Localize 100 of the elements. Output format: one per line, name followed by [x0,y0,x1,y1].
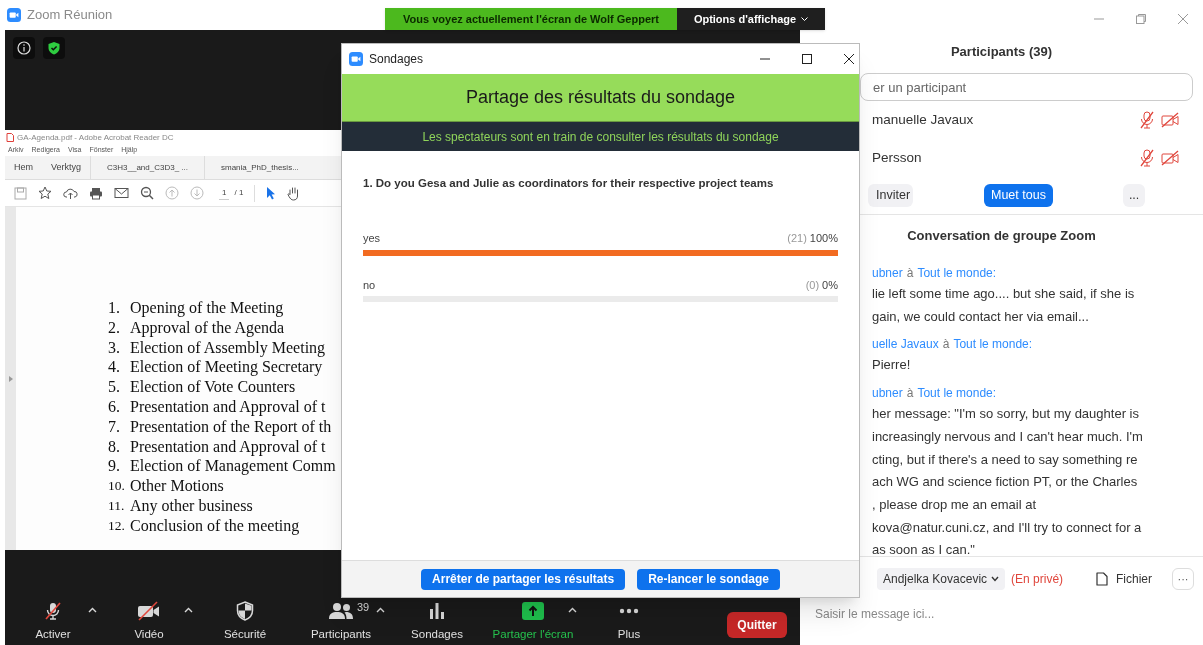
pointer-icon[interactable] [266,186,277,200]
toolbar-button[interactable]: Plus [581,597,677,643]
printer-icon[interactable] [89,186,103,200]
list-number: 7. [108,416,121,437]
mute-all-button[interactable]: Muet tous [984,184,1053,207]
participant-count: 39 [357,600,370,615]
toolbar-label[interactable]: Sondages [411,625,463,643]
cloud-upload-icon[interactable] [63,186,78,200]
caret-up-icon[interactable] [376,607,385,613]
search-field[interactable]: er un participant [860,73,1193,101]
list-number: 3. [108,337,121,358]
shield-icon [236,600,254,621]
caret-up-icon[interactable] [88,607,97,613]
toolbar-label[interactable]: Sécurité [223,625,267,643]
agenda-item: Other Motions [130,476,224,496]
chevron-down-icon [991,576,1000,582]
document-tab[interactable]: smania_PhD_thesis... [204,156,315,179]
caret-up-icon[interactable] [184,607,193,613]
document-tab[interactable]: Verktyg [42,156,91,179]
message-to: à [906,386,914,401]
bar-chart-icon [428,601,446,620]
answer-count: (21) [787,231,807,247]
leave-button[interactable]: Quitter [727,612,787,638]
more-button[interactable]: ... [1122,184,1146,207]
participant-name: Persson [872,148,923,167]
document-tab[interactable]: C3H3__and_C3D3_ ... [90,156,204,179]
list-number: 2. [108,317,121,338]
private-label: (En privé) [1011,571,1064,588]
chevron-down-icon [801,16,809,22]
poll-header: Partage des résultats du sondage [342,74,859,122]
message-text: Pierre! [872,356,912,375]
file-button[interactable]: Fichier [1096,570,1152,588]
participant-name: manuelle Javaux [872,110,975,129]
mail-icon[interactable] [114,187,129,199]
message-input[interactable]: Saisir le message ici... [815,605,1115,623]
stop-sharing-button[interactable]: Arrêter de partager les résultats [421,568,626,590]
agenda-item: Any other business [130,495,253,516]
share-screen-icon [522,601,544,620]
restore-icon[interactable] [1135,13,1147,25]
message-to: à [942,337,950,352]
more-dots-icon [619,607,639,614]
toolbar-button[interactable]: Sondages [389,597,485,643]
star-icon[interactable] [38,186,52,200]
message-sender[interactable]: uelle Javaux [872,337,939,352]
info-button[interactable] [13,37,35,59]
agenda-item: Election of Management Comm [130,456,336,477]
agenda-item: Election of Meeting Secretary [130,357,323,378]
toolbar-button[interactable]: Activer [5,597,101,643]
agenda-item: Presentation and Approval of t [130,436,326,457]
window-title: Zoom Réunion [27,6,113,25]
close-icon[interactable] [843,53,855,65]
security-button[interactable] [43,37,65,59]
list-number: 4. [108,357,121,378]
answer-label: yes [363,231,382,247]
muted-microphone-icon [43,600,63,621]
list-number: 6. [108,397,121,417]
toolbar-button[interactable]: Partager l'écran [485,597,581,643]
answer-percent: 0% [822,277,838,293]
maximize-icon[interactable] [801,53,813,65]
toolbar-button[interactable]: Sécurité [197,597,293,643]
toolbar-label[interactable]: Activer [35,625,71,643]
agenda-item: Approval of the Agenda [130,317,285,338]
list-number: 1. [108,298,121,318]
poll-status: Les spectateurs sont en train de consulter les résultats du sondage [342,122,859,151]
toolbar-button[interactable]: Vidéo [101,597,197,643]
toolbar-label[interactable]: Partager l'écran [492,625,574,643]
toolbar-label[interactable]: Plus [617,625,641,643]
agenda-item: Conclusion of the meeting [130,515,300,536]
toolbar-label[interactable]: Vidéo [134,625,164,643]
pdf-file-icon [6,133,14,142]
panel-title: Participants (39) [950,43,1053,62]
recipient-dropdown[interactable]: Andjelka Kovacevic [877,568,1006,590]
message-to: à [906,266,914,280]
page-total: / 1 [234,187,244,199]
page-number-field[interactable]: 1 [219,186,230,200]
invite-button[interactable]: Inviter [868,184,913,207]
message-text: her message: "I'm so sorry, but my daughter is increasingly nervous and I can't hear much. I'm cting, but if there's a need to say something re ach WG and science fiction PT, or the Charles , please drop me an email at kova@natur.cuni.cz, and I'll try to connect for a as soon as I can." [872,405,1144,560]
shield-check-icon [47,41,61,55]
relaunch-poll-button[interactable]: Re-lancer le sondage [637,568,780,590]
dialog-title: Sondages [369,51,425,68]
people-icon [328,601,354,620]
toolbar-label[interactable]: Participants [310,625,372,643]
zoom-out-icon[interactable] [140,186,154,200]
zoom-logo-icon [7,8,21,22]
answer-count: (0) [805,277,820,293]
list-number: 10. [108,477,126,496]
chat-title: Conversation de groupe Zoom [907,227,1096,246]
document-tab[interactable]: Hem [5,156,42,179]
share-banner: Vous voyez actuellement l'écran de Wolf Geppert [385,8,677,30]
message-text: lie left some time ago.... but she said, if she is gain, we could contact her via email... [872,285,1136,326]
file-icon [1096,572,1108,586]
answer-percent: 100% [809,231,838,247]
toolbar-button[interactable]: 39 Participants [293,597,389,643]
answer-label: no [363,277,377,293]
more-options-button[interactable]: ··· [1172,568,1194,590]
caret-up-icon[interactable] [568,607,577,613]
zoom-logo-icon [349,52,363,66]
info-icon [17,41,31,55]
view-options-button[interactable]: Options d'affichage [677,8,825,30]
list-number: 8. [108,436,121,457]
